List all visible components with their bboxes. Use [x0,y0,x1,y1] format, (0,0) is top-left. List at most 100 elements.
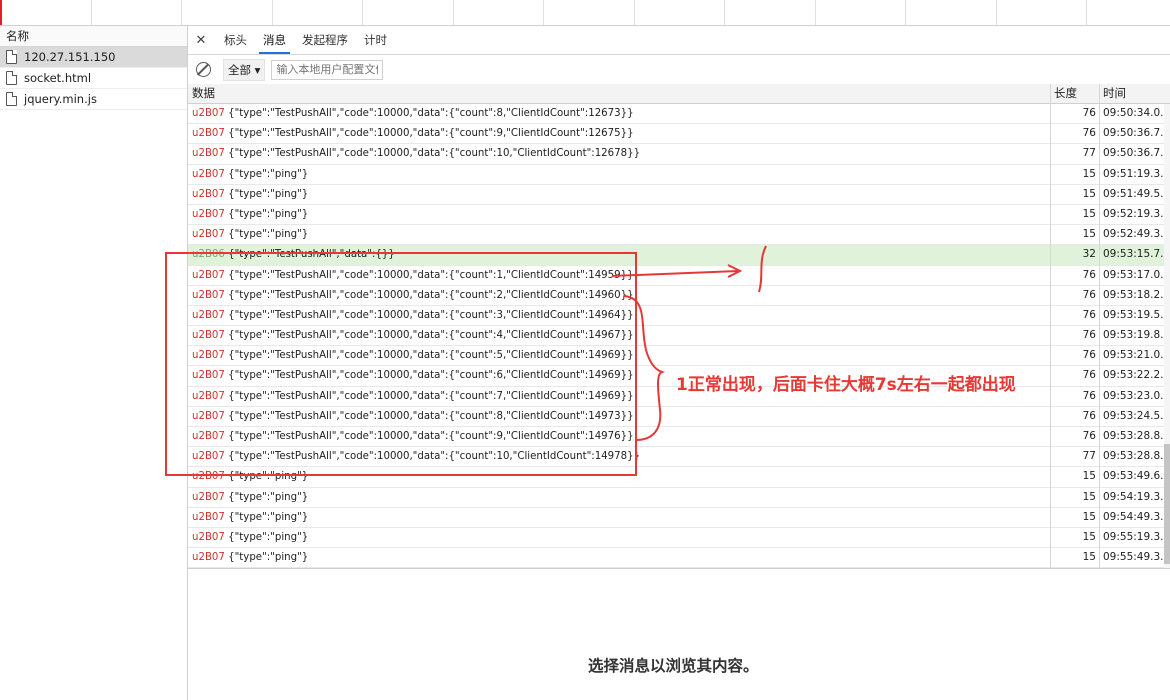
message-time: 09:53:21.0... [1103,349,1170,362]
message-row[interactable]: u2B07 {"type":"ping"} 15 09:54:49.3... [188,508,1170,528]
message-length: 76 [1082,308,1096,321]
message-data: u2B07 {"type":"ping"} [192,488,308,507]
message-data: u2B07 {"type":"TestPushAll","code":10000… [192,346,634,365]
message-direction-tag: u2B07 [192,208,225,220]
column-divider [1099,84,1100,103]
message-text: {"type":"TestPushAll","code":10000,"data… [228,108,634,119]
message-length: 15 [1082,530,1096,543]
message-data: u2B07 {"type":"TestPushAll","code":10000… [192,104,634,123]
message-filter-input[interactable] [271,59,384,80]
request-item[interactable]: jquery.min.js [0,89,187,110]
message-time: 09:53:28.8... [1103,430,1170,442]
message-direction-tag: u2B07 [192,471,225,483]
column-header-data[interactable]: 数据 [188,84,215,103]
message-time: 09:51:19.3... [1103,167,1170,180]
message-row[interactable]: u2B06 {"type":"TestPushAll","data":{}} 32… [188,245,1170,266]
message-length: 15 [1082,228,1096,241]
message-row[interactable]: u2B07 {"type":"ping"} 15 09:52:19.3... [188,205,1170,226]
message-time: 09:53:15.7... [1103,248,1170,261]
request-list-header[interactable]: 名称 [0,26,187,47]
message-grid-scrollbar[interactable] [1164,104,1170,568]
request-list: 名称 120.27.151.150 socket.html jquery.min… [0,26,188,700]
message-row[interactable]: u2B07 {"type":"TestPushAll","code":10000… [188,407,1170,427]
message-row[interactable]: u2B07 {"type":"ping"} 15 09:55:49.3... [188,548,1170,568]
timeline-tick [181,0,182,25]
column-header-length[interactable]: 长度 [1050,84,1077,103]
message-time: 09:52:19.3... [1103,207,1170,220]
timeline-tick [634,0,635,25]
message-text: {"type":"ping"} [228,531,309,543]
message-text: {"type":"TestPushAll","code":10000,"data… [228,330,634,342]
message-direction-tag: u2B07 [192,390,225,402]
request-name: socket.html [24,71,92,85]
message-direction-tag: u2B07 [192,269,225,281]
annotation-text: 1正常出现，后面卡住大概7s左右一起都出现 [676,375,1016,395]
tab-messages[interactable]: 消息 [255,26,294,54]
message-length: 15 [1082,551,1096,564]
tab-headers[interactable]: 标头 [216,26,255,54]
message-direction-tag: u2B07 [192,309,225,321]
message-text: {"type":"TestPushAll","code":10000,"data… [228,451,641,463]
request-item[interactable]: socket.html [0,68,187,89]
timeline-tick [724,0,725,25]
column-header-time[interactable]: 时间 [1099,84,1126,103]
message-text: {"type":"TestPushAll","code":10000,"data… [228,148,641,160]
message-row[interactable]: u2B07 {"type":"TestPushAll","code":10000… [188,266,1170,286]
message-length: 15 [1082,510,1096,523]
detail-tabs: ✕ 标头 消息 发起程序 计时 [188,26,1170,55]
message-row[interactable]: u2B07 {"type":"TestPushAll","code":10000… [188,427,1170,448]
message-length: 76 [1082,389,1096,402]
message-row[interactable]: u2B07 {"type":"TestPushAll","code":10000… [188,104,1170,125]
tab-initiator[interactable]: 发起程序 [294,26,356,54]
message-length: 77 [1082,450,1096,463]
message-text: {"type":"TestPushAll","data":{}} [228,249,395,261]
message-length: 77 [1082,147,1096,160]
message-row[interactable]: u2B07 {"type":"TestPushAll","code":10000… [188,306,1170,327]
message-text: {"type":"TestPushAll","code":10000,"data… [228,390,634,402]
message-length: 15 [1082,470,1096,483]
message-data: u2B07 {"type":"TestPushAll","code":10000… [192,306,634,325]
message-row[interactable]: u2B07 {"type":"ping"} 15 09:51:49.5... [188,185,1170,205]
message-row[interactable]: u2B07 {"type":"ping"} 15 09:53:49.6... [188,467,1170,488]
message-data: u2B07 {"type":"ping"} [192,205,308,224]
message-text: {"type":"ping"} [228,491,309,503]
message-filter-select[interactable]: 全部 ▾ [223,58,266,81]
message-row[interactable]: u2B07 {"type":"TestPushAll","code":10000… [188,346,1170,367]
timeline-tick [905,0,906,25]
message-row[interactable]: u2B07 {"type":"TestPushAll","code":10000… [188,447,1170,468]
column-divider [1050,84,1051,103]
message-data: u2B07 {"type":"ping"} [192,185,308,204]
timeline-tick [1086,0,1087,25]
message-text: {"type":"ping"} [228,552,309,564]
message-row[interactable]: u2B07 {"type":"TestPushAll","code":10000… [188,326,1170,347]
message-row[interactable]: u2B07 {"type":"ping"} 15 09:51:19.3... [188,165,1170,185]
message-direction-tag: u2B07 [192,148,225,160]
file-icon [6,92,17,106]
block-icon[interactable] [196,62,211,77]
request-item[interactable]: 120.27.151.150 [0,47,187,68]
message-length: 76 [1082,107,1096,119]
message-row[interactable]: u2B07 {"type":"TestPushAll","code":10000… [188,286,1170,306]
message-time: 09:52:49.3... [1103,228,1170,241]
message-row[interactable]: u2B07 {"type":"TestPushAll","code":10000… [188,144,1170,165]
message-time: 09:51:49.5... [1103,187,1170,200]
timeline-tick [996,0,997,25]
message-direction-tag: u2B07 [192,108,225,119]
message-row[interactable]: u2B07 {"type":"ping"} 15 09:52:49.3... [188,225,1170,246]
message-direction-tag: u2B07 [192,229,225,241]
message-text: {"type":"TestPushAll","code":10000,"data… [228,370,634,382]
message-row[interactable]: u2B07 {"type":"TestPushAll","code":10000… [188,124,1170,145]
message-data: u2B07 {"type":"TestPushAll","code":10000… [192,387,634,406]
close-icon[interactable]: ✕ [192,33,210,48]
message-direction-tag: u2B07 [192,531,225,543]
scrollbar-thumb[interactable] [1164,444,1170,564]
message-direction-tag: u2B06 [192,249,225,261]
message-row[interactable]: u2B07 {"type":"ping"} 15 09:54:19.3... [188,488,1170,508]
message-data: u2B07 {"type":"ping"} [192,528,308,547]
empty-selection-message: 选择消息以浏览其内容。 [588,657,759,675]
message-time: 09:54:49.3... [1103,510,1170,523]
tab-timing[interactable]: 计时 [356,26,395,54]
message-data: u2B07 {"type":"ping"} [192,165,308,184]
message-time: 09:50:36.7... [1103,147,1170,160]
message-row[interactable]: u2B07 {"type":"ping"} 15 09:55:19.3... [188,528,1170,549]
